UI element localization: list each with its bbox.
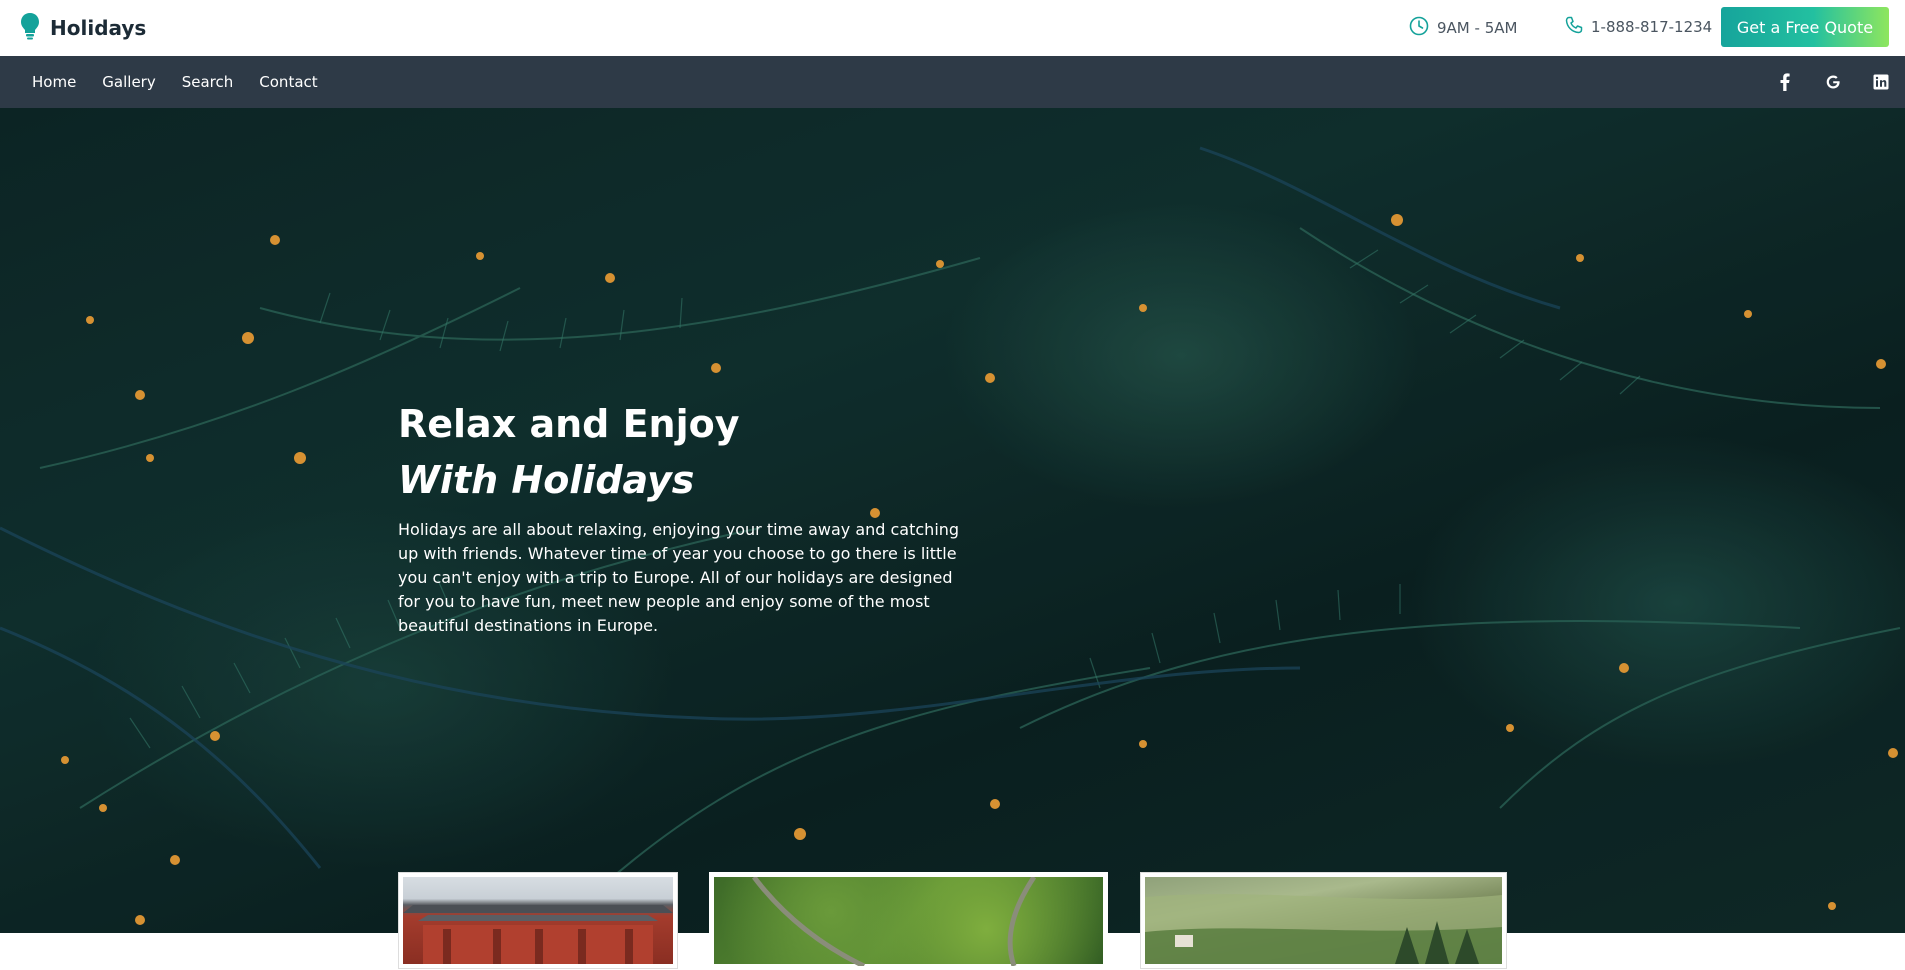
- business-hours: 9AM - 5AM: [1409, 16, 1517, 40]
- nav-item-contact[interactable]: Contact: [259, 73, 317, 91]
- phone-contact[interactable]: 1-888-817-1234: [1565, 16, 1712, 38]
- linkedin-icon[interactable]: [1857, 56, 1905, 108]
- brand-name: Holidays: [50, 16, 147, 40]
- temple-image: [403, 877, 673, 964]
- clock-icon: [1409, 16, 1429, 40]
- nav-item-gallery[interactable]: Gallery: [102, 73, 155, 91]
- lightbulb-icon: [20, 12, 40, 44]
- social-links: [1761, 56, 1905, 108]
- brand[interactable]: Holidays: [20, 12, 146, 44]
- facebook-icon[interactable]: [1761, 56, 1809, 108]
- google-icon[interactable]: [1809, 56, 1857, 108]
- hills-village-image: [1145, 877, 1502, 964]
- destination-card[interactable]: [1140, 872, 1507, 969]
- get-quote-button[interactable]: Get a Free Quote: [1721, 7, 1889, 47]
- top-header: Holidays 9AM - 5AM 1-888-817-1234 Get a …: [0, 0, 1905, 56]
- hero-content: Relax and Enjoy With Holidays Holidays a…: [398, 398, 968, 638]
- phone-icon: [1565, 16, 1583, 38]
- destination-card[interactable]: [398, 872, 678, 969]
- hero-section: Relax and Enjoy With Holidays Holidays a…: [0, 108, 1905, 933]
- hero-subtitle: With Holidays: [398, 458, 695, 502]
- destination-card[interactable]: [709, 872, 1108, 969]
- hero-title: Relax and Enjoy: [398, 402, 740, 446]
- nav-links: Home Gallery Search Contact: [32, 56, 318, 108]
- phone-text: 1-888-817-1234: [1591, 18, 1713, 36]
- nav-item-search[interactable]: Search: [182, 73, 234, 91]
- main-nav: Home Gallery Search Contact: [0, 56, 1905, 108]
- nav-item-home[interactable]: Home: [32, 73, 76, 91]
- hours-text: 9AM - 5AM: [1437, 19, 1518, 37]
- forest-road-image: [714, 875, 1103, 969]
- hero-description: Holidays are all about relaxing, enjoyin…: [398, 520, 960, 635]
